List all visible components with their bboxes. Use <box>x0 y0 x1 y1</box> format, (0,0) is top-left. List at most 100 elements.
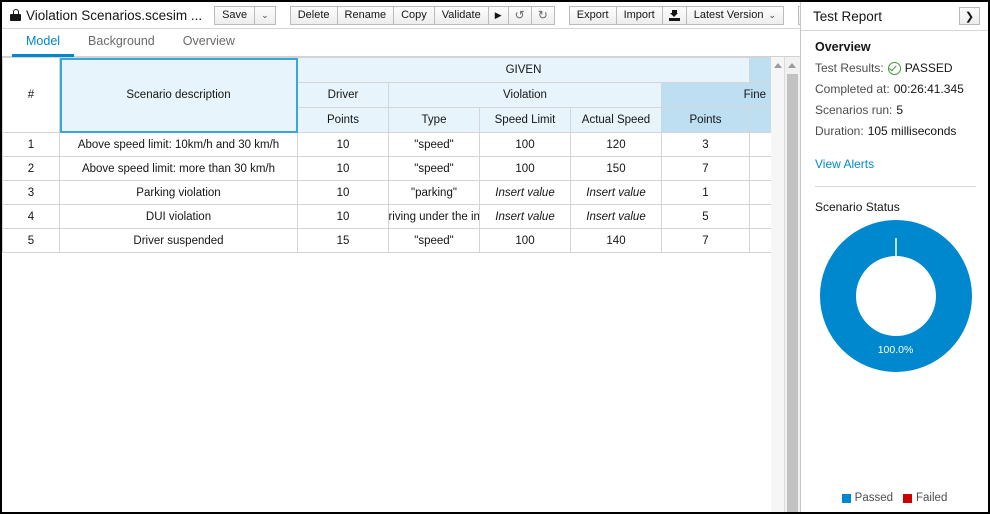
row-index[interactable]: 1 <box>3 133 60 157</box>
cell-driver-points[interactable]: 10 <box>298 133 389 157</box>
cell-description[interactable]: Above speed limit: 10km/h and 30 km/h <box>60 133 298 157</box>
column-header-fine-points[interactable]: Points <box>662 108 750 133</box>
row-index[interactable]: 2 <box>3 157 60 181</box>
play-icon: ▶ <box>495 11 502 20</box>
cell-fine-points[interactable]: 5 <box>662 205 750 229</box>
table-body: 1 Above speed limit: 10km/h and 30 km/h … <box>3 133 775 253</box>
column-header-description[interactable]: Scenario description <box>60 58 298 133</box>
edit-button-group: Delete Rename Copy Validate ▶ ↺ ↻ <box>290 6 555 25</box>
test-report-title: Test Report <box>813 9 882 24</box>
cell-type[interactable]: "parking" <box>389 181 480 205</box>
save-dropdown-button[interactable]: ⌄ <box>254 6 276 25</box>
export-button[interactable]: Export <box>569 6 617 25</box>
rename-button[interactable]: Rename <box>337 6 395 25</box>
legend-label-failed: Failed <box>916 492 947 504</box>
scenario-grid-container: # Scenario description GIVEN Driver Viol… <box>2 57 800 512</box>
cell-type[interactable]: "driving under the influence" <box>389 205 480 229</box>
table-header: # Scenario description GIVEN Driver Viol… <box>3 58 775 133</box>
cell-speed-limit[interactable]: Insert value <box>480 181 571 205</box>
cell-actual-speed[interactable]: Insert value <box>571 205 662 229</box>
cell-speed-limit[interactable]: 100 <box>480 229 571 253</box>
table-row: 1 Above speed limit: 10km/h and 30 km/h … <box>3 133 775 157</box>
application-window: Violation Scenarios.scesim ... Save ⌄ De… <box>0 0 990 514</box>
scenario-status-donut-chart: 100.0% <box>815 220 976 372</box>
cell-actual-speed[interactable]: 120 <box>571 133 662 157</box>
cell-speed-limit[interactable]: Insert value <box>480 205 571 229</box>
column-subgroup-violation[interactable]: Violation <box>389 83 662 108</box>
chevron-down-icon: ⌄ <box>261 11 269 20</box>
cell-fine-points[interactable]: 7 <box>662 157 750 181</box>
donut-data-label: 100.0% <box>878 344 914 356</box>
cell-fine-points[interactable]: 3 <box>662 133 750 157</box>
cell-description[interactable]: Driver suspended <box>60 229 298 253</box>
overview-heading: Overview <box>815 40 976 54</box>
cell-type[interactable]: "speed" <box>389 157 480 181</box>
test-results-label: Test Results: <box>815 61 884 75</box>
cell-speed-limit[interactable]: 100 <box>480 157 571 181</box>
file-name-label: Violation Scenarios.scesim ... <box>26 8 202 23</box>
cell-actual-speed[interactable]: 150 <box>571 157 662 181</box>
cell-description[interactable]: Above speed limit: more than 30 km/h <box>60 157 298 181</box>
undo-button[interactable]: ↺ <box>508 6 532 25</box>
column-header-speed-limit[interactable]: Speed Limit <box>480 108 571 133</box>
editor-toolbar: Violation Scenarios.scesim ... Save ⌄ De… <box>2 2 800 29</box>
legend-swatch-failed <box>903 494 912 503</box>
cell-actual-speed[interactable]: Insert value <box>571 181 662 205</box>
cell-description[interactable]: Parking violation <box>60 181 298 205</box>
cell-driver-points[interactable]: 10 <box>298 181 389 205</box>
scenario-table: # Scenario description GIVEN Driver Viol… <box>2 57 775 253</box>
column-header-actual-speed[interactable]: Actual Speed <box>571 108 662 133</box>
completed-at-label: Completed at: <box>815 82 890 96</box>
cell-driver-points[interactable]: 10 <box>298 205 389 229</box>
import-button[interactable]: Import <box>616 6 663 25</box>
row-index[interactable]: 3 <box>3 181 60 205</box>
cell-speed-limit[interactable]: 100 <box>480 133 571 157</box>
column-header-type[interactable]: Type <box>389 108 480 133</box>
tab-background[interactable]: Background <box>74 34 169 57</box>
grid-vertical-scrollbar[interactable] <box>784 57 800 512</box>
validate-button[interactable]: Validate <box>434 6 489 25</box>
download-icon <box>669 10 680 21</box>
test-results-row: Test Results: PASSED <box>815 61 976 75</box>
row-index[interactable]: 5 <box>3 229 60 253</box>
cell-driver-points[interactable]: 10 <box>298 157 389 181</box>
column-subgroup-driver[interactable]: Driver <box>298 83 389 108</box>
column-header-driver-points[interactable]: Points <box>298 108 389 133</box>
download-button[interactable] <box>662 6 687 25</box>
copy-button[interactable]: Copy <box>393 6 435 25</box>
legend-item-passed[interactable]: Passed <box>842 492 893 504</box>
tab-model[interactable]: Model <box>12 34 74 57</box>
run-button[interactable]: ▶ <box>488 6 509 25</box>
column-group-given[interactable]: GIVEN <box>298 58 750 83</box>
version-select[interactable]: Latest Version ⌄ <box>686 6 784 25</box>
redo-button[interactable]: ↻ <box>531 6 555 25</box>
cell-type[interactable]: "speed" <box>389 133 480 157</box>
delete-button[interactable]: Delete <box>290 6 338 25</box>
row-index[interactable]: 4 <box>3 205 60 229</box>
column-group-fine[interactable]: Fine <box>662 83 775 108</box>
cell-fine-points[interactable]: 7 <box>662 229 750 253</box>
chart-title: Scenario Status <box>815 200 976 214</box>
cell-actual-speed[interactable]: 140 <box>571 229 662 253</box>
cell-type[interactable]: "speed" <box>389 229 480 253</box>
legend-swatch-passed <box>842 494 851 503</box>
table-row: 3 Parking violation 10 "parking" Insert … <box>3 181 775 205</box>
legend-item-failed[interactable]: Failed <box>903 492 947 504</box>
column-header-index[interactable]: # <box>3 58 60 133</box>
status-badge: PASSED <box>905 61 953 75</box>
tab-overview[interactable]: Overview <box>169 34 249 57</box>
cell-description[interactable]: DUI violation <box>60 205 298 229</box>
test-report-header: Test Report ❯ <box>801 2 988 31</box>
grid-inner-scrollbar[interactable] <box>771 57 785 512</box>
cell-driver-points[interactable]: 15 <box>298 229 389 253</box>
cell-fine-points[interactable]: 1 <box>662 181 750 205</box>
scroll-up-icon <box>774 63 782 68</box>
table-row: 5 Driver suspended 15 "speed" 100 140 7 <box>3 229 775 253</box>
table-row: 4 DUI violation 10 "driving under the in… <box>3 205 775 229</box>
collapse-panel-button[interactable]: ❯ <box>959 7 980 25</box>
save-button-group: Save ⌄ <box>214 6 276 25</box>
view-alerts-link[interactable]: View Alerts <box>815 157 874 171</box>
scenario-editor: Violation Scenarios.scesim ... Save ⌄ De… <box>2 2 800 512</box>
save-button[interactable]: Save <box>214 6 255 25</box>
scrollbar-thumb[interactable] <box>787 74 798 512</box>
